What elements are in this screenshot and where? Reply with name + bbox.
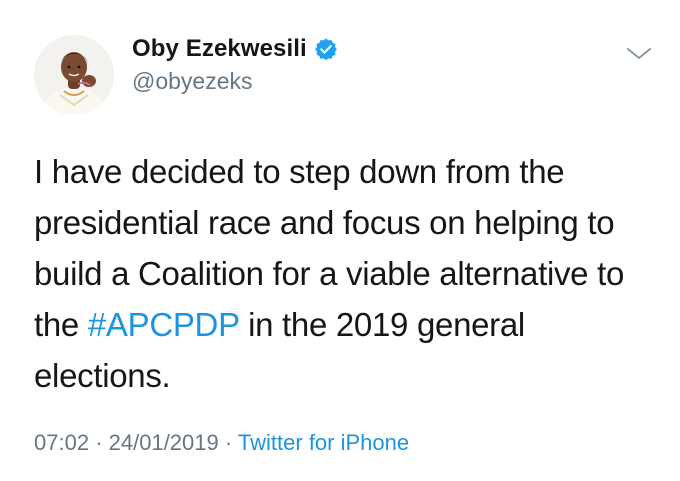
tweet-text: I have decided to step down from the pre… <box>34 146 664 401</box>
display-name[interactable]: Oby Ezekwesili <box>132 35 307 63</box>
avatar-photo <box>34 35 114 115</box>
avatar[interactable] <box>34 35 114 115</box>
hashtag-link[interactable]: #APCPDP <box>88 306 240 343</box>
tweet-date[interactable]: 24/01/2019 <box>109 430 219 455</box>
author-name-row[interactable]: Oby Ezekwesili <box>132 34 338 64</box>
meta-separator: · <box>95 430 103 455</box>
meta-separator-2: · <box>224 430 233 455</box>
tweet-time[interactable]: 07:02 <box>34 430 89 455</box>
author-handle[interactable]: @obyezeks <box>132 68 253 95</box>
tweet-source-link[interactable]: Twitter for iPhone <box>238 430 409 455</box>
chevron-down-icon[interactable] <box>625 44 653 64</box>
verified-badge-icon <box>314 37 338 61</box>
tweet-card: Oby Ezekwesili @obyezeks I have decided … <box>0 0 680 481</box>
tweet-meta: 07:02 · 24/01/2019 · Twitter for iPhone <box>34 430 409 456</box>
